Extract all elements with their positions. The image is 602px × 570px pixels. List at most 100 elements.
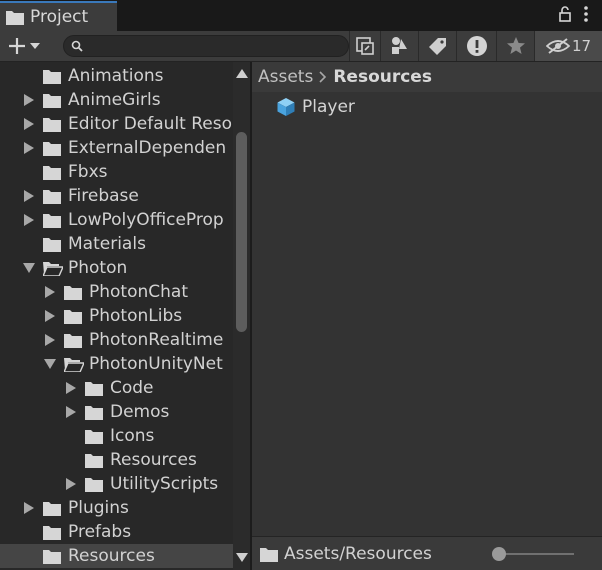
expand-arrow-right-icon[interactable] xyxy=(22,117,36,131)
create-button[interactable] xyxy=(2,34,46,58)
footer-path-label: Assets/Resources xyxy=(284,544,432,564)
folder-icon xyxy=(85,405,103,425)
expand-arrow-right-icon[interactable] xyxy=(64,405,78,419)
expand-arrow-right-icon[interactable] xyxy=(22,141,36,155)
search-by-scene-icon xyxy=(356,37,374,55)
hidden-packages-icon xyxy=(545,38,570,54)
plus-icon xyxy=(9,38,25,54)
lock-icon[interactable] xyxy=(558,6,572,22)
folder-icon xyxy=(43,213,61,233)
folder-icon xyxy=(64,285,82,305)
tree-item[interactable]: Resources xyxy=(0,448,236,472)
expand-arrow-down-icon[interactable] xyxy=(22,261,36,275)
tree-item[interactable]: Code xyxy=(0,376,236,400)
asset-panel: Assets Resources Player Assets/Resources xyxy=(252,62,602,570)
tab-bar: Project xyxy=(0,0,602,31)
expand-arrow-right-icon[interactable] xyxy=(43,285,57,299)
tab-title: Project xyxy=(30,7,89,27)
expand-arrow-down-icon[interactable] xyxy=(43,357,57,371)
tree-item-label: Firebase xyxy=(68,186,139,206)
tree-item[interactable]: PhotonUnityNet xyxy=(0,352,236,376)
tree-item[interactable]: Materials xyxy=(0,232,236,256)
tree-item[interactable]: Fbxs xyxy=(0,160,236,184)
folder-icon xyxy=(64,333,82,353)
expand-arrow-right-icon[interactable] xyxy=(43,333,57,347)
prefab-cube-icon xyxy=(277,98,295,116)
hidden-packages-count: 17 xyxy=(571,37,592,55)
folder-icon xyxy=(6,10,24,25)
favorites-star-icon xyxy=(506,37,525,54)
search-by-label-icon xyxy=(428,38,446,55)
tree-item-label: PhotonLibs xyxy=(89,306,183,326)
folder-icon xyxy=(85,429,103,449)
folder-icon xyxy=(85,381,103,401)
search-by-type-button[interactable] xyxy=(380,31,418,61)
tree-item[interactable]: Photon xyxy=(0,256,236,280)
log-types-button[interactable] xyxy=(456,31,496,61)
expand-arrow-right-icon[interactable] xyxy=(43,309,57,323)
folder-icon xyxy=(43,141,61,161)
folder-icon xyxy=(260,547,278,562)
tree-item[interactable]: PhotonChat xyxy=(0,280,236,304)
tree-item[interactable]: Demos xyxy=(0,400,236,424)
tree-item-label: Plugins xyxy=(68,498,129,518)
tree-item[interactable]: Prefabs xyxy=(0,520,236,544)
kebab-menu-icon[interactable] xyxy=(584,6,588,22)
tree-item-label: PhotonChat xyxy=(89,282,188,302)
folder-icon xyxy=(43,549,61,569)
expand-arrow-right-icon[interactable] xyxy=(22,93,36,107)
hidden-packages-button[interactable]: 17 xyxy=(534,31,602,61)
tree-item-label: Animations xyxy=(68,66,164,86)
tree-item-label: Icons xyxy=(110,426,155,446)
folder-icon xyxy=(43,189,61,209)
folder-icon xyxy=(85,453,103,473)
folder-icon xyxy=(64,309,82,329)
tree-item[interactable]: Animations xyxy=(0,64,236,88)
tree-item[interactable]: PhotonRealtime xyxy=(0,328,236,352)
tree-item[interactable]: UtilityScripts xyxy=(0,472,236,496)
tab-project[interactable]: Project xyxy=(0,1,117,31)
asset-label: Player xyxy=(302,97,355,117)
expand-arrow-right-icon[interactable] xyxy=(22,189,36,203)
zoom-slider-track[interactable] xyxy=(496,553,574,555)
tree-item[interactable]: AnimeGirls xyxy=(0,88,236,112)
folder-icon xyxy=(43,117,61,137)
expand-arrow-right-icon[interactable] xyxy=(64,381,78,395)
scroll-up-arrow-icon[interactable] xyxy=(236,69,248,78)
folder-open-icon xyxy=(62,357,86,377)
scrollbar-thumb[interactable] xyxy=(236,132,247,332)
folder-icon xyxy=(43,525,61,545)
tree-item[interactable]: Editor Default Reso xyxy=(0,112,236,136)
expand-arrow-right-icon[interactable] xyxy=(64,477,78,491)
zoom-slider-knob[interactable] xyxy=(492,547,506,561)
tree-item[interactable]: LowPolyOfficeProp xyxy=(0,208,236,232)
asset-item-player[interactable]: Player xyxy=(276,96,355,118)
scroll-down-arrow-icon[interactable] xyxy=(236,553,248,562)
tree-item[interactable]: Firebase xyxy=(0,184,236,208)
search-by-label-button[interactable] xyxy=(418,31,456,61)
search-field[interactable] xyxy=(63,35,349,57)
tree-item[interactable]: Plugins xyxy=(0,496,236,520)
tree-item[interactable]: ExternalDependen xyxy=(0,136,236,160)
breadcrumb-item-assets[interactable]: Assets xyxy=(258,67,313,87)
chevron-right-icon xyxy=(319,71,327,83)
breadcrumb-item-resources[interactable]: Resources xyxy=(333,67,432,87)
footer-path: Assets/Resources xyxy=(260,544,432,564)
expand-arrow-right-icon[interactable] xyxy=(22,213,36,227)
search-input[interactable] xyxy=(88,37,343,55)
search-by-scene-button[interactable] xyxy=(349,31,380,61)
favorites-button[interactable] xyxy=(496,31,534,61)
breadcrumb: Assets Resources xyxy=(252,62,602,92)
expand-arrow-right-icon[interactable] xyxy=(22,501,36,515)
tree-scrollbar[interactable] xyxy=(233,62,250,570)
tree-item-label: Photon xyxy=(68,258,128,278)
tree-item[interactable]: PhotonLibs xyxy=(0,304,236,328)
tree-item-label: UtilityScripts xyxy=(110,474,219,494)
tree-item-label: PhotonRealtime xyxy=(89,330,224,350)
tree-item[interactable]: Resources xyxy=(0,544,236,568)
folder-icon xyxy=(43,501,61,521)
tree-item[interactable]: Icons xyxy=(0,424,236,448)
tree-item-label: Fbxs xyxy=(68,162,108,182)
tree-item-label: Demos xyxy=(110,402,170,422)
tree-item-label: Prefabs xyxy=(68,522,132,542)
